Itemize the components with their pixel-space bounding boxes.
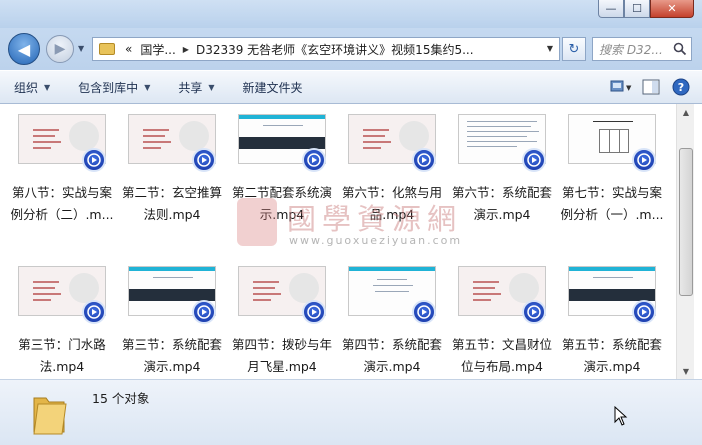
organize-menu[interactable]: 组织 ▼ (0, 75, 64, 99)
search-placeholder: 搜索 D32... (599, 42, 663, 57)
file-name: 第二节：玄空推算 法则.mp4 (118, 182, 226, 226)
file-name-line: 第三节：门水路 (18, 337, 106, 352)
video-player-icon (412, 300, 436, 324)
file-name-line: 第二节：玄空推算 (121, 185, 222, 200)
scroll-up-icon[interactable]: ▲ (678, 104, 694, 120)
file-name-line: 第四节：系统配套 (341, 337, 442, 352)
folder-icon (33, 397, 67, 435)
file-name-line: 第六节：化煞与用 (341, 185, 442, 200)
close-button[interactable]: ✕ (650, 0, 694, 18)
breadcrumb-item[interactable]: 国学... (136, 41, 179, 58)
video-player-icon (412, 148, 436, 172)
file-name: 第四节：系统配套 演示.mp4 (338, 334, 446, 378)
help-icon[interactable]: ? (670, 77, 692, 97)
video-player-icon (192, 148, 216, 172)
file-name: 第三节：门水路 法.mp4 (8, 334, 116, 378)
file-name-line: 第三节：系统配套 (121, 337, 222, 352)
new-folder-label: 新建文件夹 (242, 80, 303, 95)
file-name-line: 第四节：拨砂与年 (231, 337, 332, 352)
include-in-library-label: 包含到库中 (78, 80, 139, 95)
minimize-button[interactable]: — (598, 0, 624, 18)
chevron-down-icon: ▼ (144, 82, 151, 92)
search-input[interactable]: 搜索 D32... (592, 37, 692, 61)
address-bar[interactable]: « 国学... ▶ D32339 无咎老师《玄空环境讲义》视频15集约5... … (92, 37, 560, 61)
file-name: 第六节：系统配套 演示.mp4 (448, 182, 556, 226)
file-name-line: 演示.mp4 (363, 359, 421, 374)
mouse-cursor-icon (614, 406, 628, 426)
scroll-down-icon[interactable]: ▼ (678, 363, 694, 379)
vertical-scrollbar[interactable]: ▲ ▼ (676, 104, 694, 379)
file-name-line: 位与布局.mp4 (460, 359, 544, 374)
file-name-line: 月飞星.mp4 (247, 359, 317, 374)
title-bar: — ☐ ✕ (0, 0, 702, 28)
file-name-line: 例分析（二）.m... (10, 207, 114, 222)
new-folder-button[interactable]: 新建文件夹 (229, 75, 317, 99)
file-name: 第四节：拨砂与年 月飞星.mp4 (228, 334, 336, 378)
breadcrumb-item-current[interactable]: D32339 无咎老师《玄空环境讲义》视频15集约5... (192, 41, 478, 58)
back-button[interactable]: ◀ (8, 33, 40, 65)
file-name-line: 法则.mp4 (143, 207, 201, 222)
maximize-button[interactable]: ☐ (624, 0, 650, 18)
file-name-line: 第五节：文昌财位 (451, 337, 552, 352)
video-player-icon (522, 300, 546, 324)
scrollbar-thumb[interactable] (679, 148, 693, 296)
chevron-down-icon: ▼ (44, 82, 51, 92)
video-player-icon (632, 148, 656, 172)
file-name: 第八节：实战与案 例分析（二）.m... (8, 182, 116, 226)
status-bar: 15 个对象 (0, 379, 702, 445)
search-icon[interactable] (673, 42, 687, 56)
file-name-line: 法.mp4 (39, 359, 85, 374)
chevron-down-icon: ▼ (208, 82, 215, 92)
file-name-line: 第八节：实战与案 (11, 185, 112, 200)
svg-text:?: ? (678, 81, 684, 94)
file-name: 第三节：系统配套 演示.mp4 (118, 334, 226, 378)
recent-pages-dropdown-icon[interactable]: ▼ (78, 44, 84, 53)
file-name-line: 例分析（一）.m... (560, 207, 664, 222)
item-count: 15 个对象 (92, 391, 150, 406)
command-bar: 组织 ▼ 包含到库中 ▼ 共享 ▼ 新建文件夹 ▼ ? (0, 70, 702, 104)
video-player-icon (82, 148, 106, 172)
preview-pane-icon[interactable] (640, 77, 662, 97)
window-controls: — ☐ ✕ (598, 0, 694, 18)
video-player-icon (522, 148, 546, 172)
video-player-icon (82, 300, 106, 324)
file-name-line: 演示.mp4 (473, 207, 531, 222)
refresh-button[interactable]: ↻ (562, 37, 586, 61)
video-player-icon (192, 300, 216, 324)
organize-label: 组织 (14, 80, 39, 95)
include-in-library-menu[interactable]: 包含到库中 ▼ (64, 75, 164, 99)
file-name: 第七节：实战与案 例分析（一）.m... (558, 182, 666, 226)
video-player-icon (632, 300, 656, 324)
breadcrumb-overflow[interactable]: « (121, 42, 136, 56)
file-name: 第五节：文昌财位 位与布局.mp4 (448, 334, 556, 378)
navigation-bar: ◀ ▶ ▼ « 国学... ▶ D32339 无咎老师《玄空环境讲义》视频15集… (0, 28, 702, 70)
file-name-line: 演示.mp4 (583, 359, 641, 374)
forward-button[interactable]: ▶ (46, 35, 74, 63)
address-dropdown-icon[interactable]: ▼ (547, 44, 553, 53)
file-name-line: 第七节：实战与案 (561, 185, 662, 200)
file-name-line: 第六节：系统配套 (451, 185, 552, 200)
file-name-line: 第五节：系统配套 (561, 337, 662, 352)
share-menu[interactable]: 共享 ▼ (164, 75, 228, 99)
file-name-line: 第二节配套系统演 (231, 185, 332, 200)
breadcrumb-separator-icon[interactable]: ▶ (180, 45, 192, 54)
file-name: 第二节配套系统演 示.mp4 (228, 182, 336, 226)
video-player-icon (302, 148, 326, 172)
folder-icon (99, 43, 115, 55)
share-label: 共享 (178, 80, 203, 95)
file-name: 第六节：化煞与用 品.mp4 (338, 182, 446, 226)
view-options-icon[interactable]: ▼ (610, 77, 632, 97)
file-name-line: 品.mp4 (369, 207, 415, 222)
svg-text:▼: ▼ (626, 84, 632, 92)
file-list-view[interactable]: 第八节：实战与案 例分析（二）.m... 第二节：玄空推算 法则.mp4 第二节配套系统… (0, 104, 676, 379)
file-name: 第五节：系统配套 演示.mp4 (558, 334, 666, 378)
file-name-line: 演示.mp4 (143, 359, 201, 374)
video-player-icon (302, 300, 326, 324)
file-name-line: 示.mp4 (259, 207, 305, 222)
